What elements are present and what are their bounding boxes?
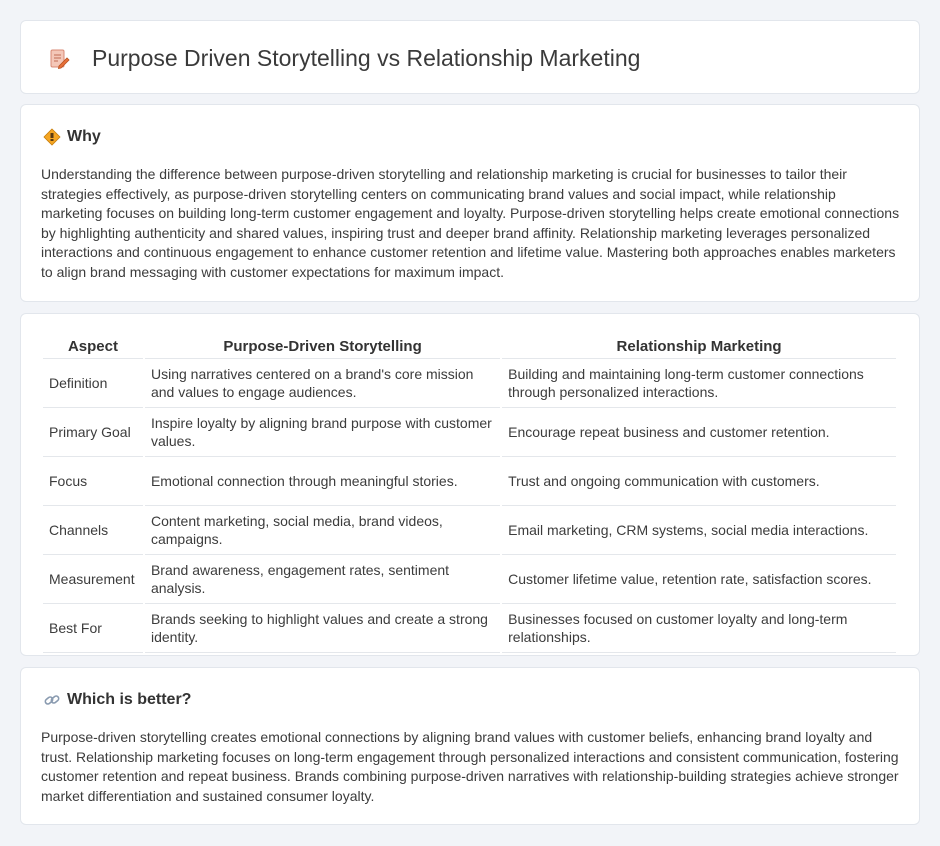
table-row: Definition Using narratives centered on … (43, 359, 896, 408)
table-row: Best For Brands seeking to highlight val… (43, 604, 896, 653)
why-heading-row: Why (43, 128, 101, 146)
why-heading: Why (67, 128, 101, 145)
row-aspect: Channels (43, 506, 143, 555)
document-pencil-icon (50, 49, 70, 70)
row-purpose-driven: Using narratives centered on a brand's c… (144, 359, 501, 408)
page-title: Purpose Driven Storytelling vs Relations… (92, 45, 641, 71)
row-purpose-driven: Inspire loyalty by aligning brand purpos… (144, 408, 501, 457)
table-row: Channels Content marketing, social media… (43, 506, 896, 555)
better-heading-row: Which is better? (43, 691, 191, 709)
row-relationship: Trust and ongoing communication with cus… (502, 457, 896, 506)
table-row: Primary Goal Inspire loyalty by aligning… (43, 408, 896, 457)
header-aspect: Aspect (43, 335, 143, 359)
diamond-sign-icon (43, 128, 61, 146)
row-aspect: Best For (43, 604, 143, 653)
row-purpose-driven: Content marketing, social media, brand v… (144, 506, 501, 555)
better-text: Purpose-driven storytelling creates emot… (41, 729, 899, 804)
why-section: Why Understanding the difference between… (20, 104, 920, 302)
comparison-section: Aspect Purpose-Driven Storytelling Relat… (20, 313, 920, 656)
header-relationship: Relationship Marketing (502, 335, 896, 359)
comparison-table: Aspect Purpose-Driven Storytelling Relat… (41, 335, 898, 653)
row-purpose-driven: Emotional connection through meaningful … (144, 457, 501, 506)
header-card: Purpose Driven Storytelling vs Relations… (20, 20, 920, 94)
table-row: Focus Emotional connection through meani… (43, 457, 896, 506)
row-aspect: Definition (43, 359, 143, 408)
row-relationship: Email marketing, CRM systems, social med… (502, 506, 896, 555)
table-row: Measurement Brand awareness, engagement … (43, 555, 896, 604)
why-text: Understanding the difference between pur… (41, 166, 900, 280)
row-purpose-driven: Brand awareness, engagement rates, senti… (144, 555, 501, 604)
row-relationship: Building and maintaining long-term custo… (502, 359, 896, 408)
row-relationship: Encourage repeat business and customer r… (502, 408, 896, 457)
row-relationship: Customer lifetime value, retention rate,… (502, 555, 896, 604)
header-purpose-driven: Purpose-Driven Storytelling (144, 335, 501, 359)
which-is-better-section: Which is better? Purpose-driven storytel… (20, 667, 920, 825)
row-purpose-driven: Brands seeking to highlight values and c… (144, 604, 501, 653)
link-icon (44, 695, 60, 705)
row-aspect: Focus (43, 457, 143, 506)
row-aspect: Measurement (43, 555, 143, 604)
row-aspect: Primary Goal (43, 408, 143, 457)
table-header-row: Aspect Purpose-Driven Storytelling Relat… (43, 335, 896, 359)
row-relationship: Businesses focused on customer loyalty a… (502, 604, 896, 653)
better-heading: Which is better? (67, 691, 192, 708)
